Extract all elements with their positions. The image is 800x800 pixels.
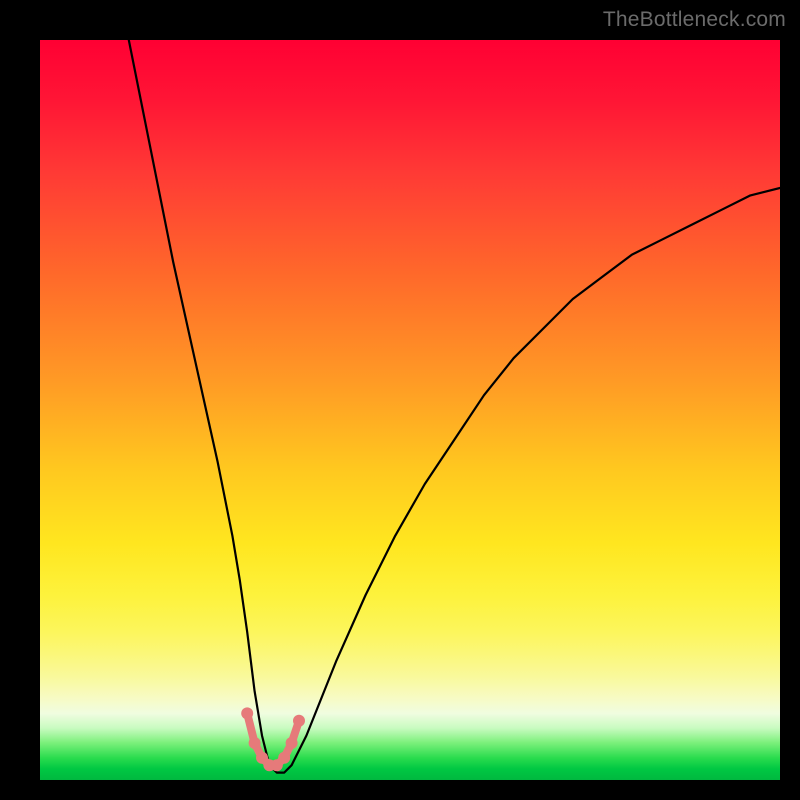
optimal-marker — [286, 737, 298, 749]
optimal-marker-group — [241, 707, 305, 771]
curve-layer — [40, 40, 780, 780]
optimal-marker — [278, 752, 290, 764]
optimal-marker — [249, 737, 261, 749]
optimal-marker — [241, 707, 253, 719]
chart-frame: TheBottleneck.com — [0, 0, 800, 800]
plot-area — [40, 40, 780, 780]
watermark-text: TheBottleneck.com — [603, 8, 786, 32]
optimal-marker — [293, 715, 305, 727]
bottleneck-curve — [129, 40, 780, 773]
